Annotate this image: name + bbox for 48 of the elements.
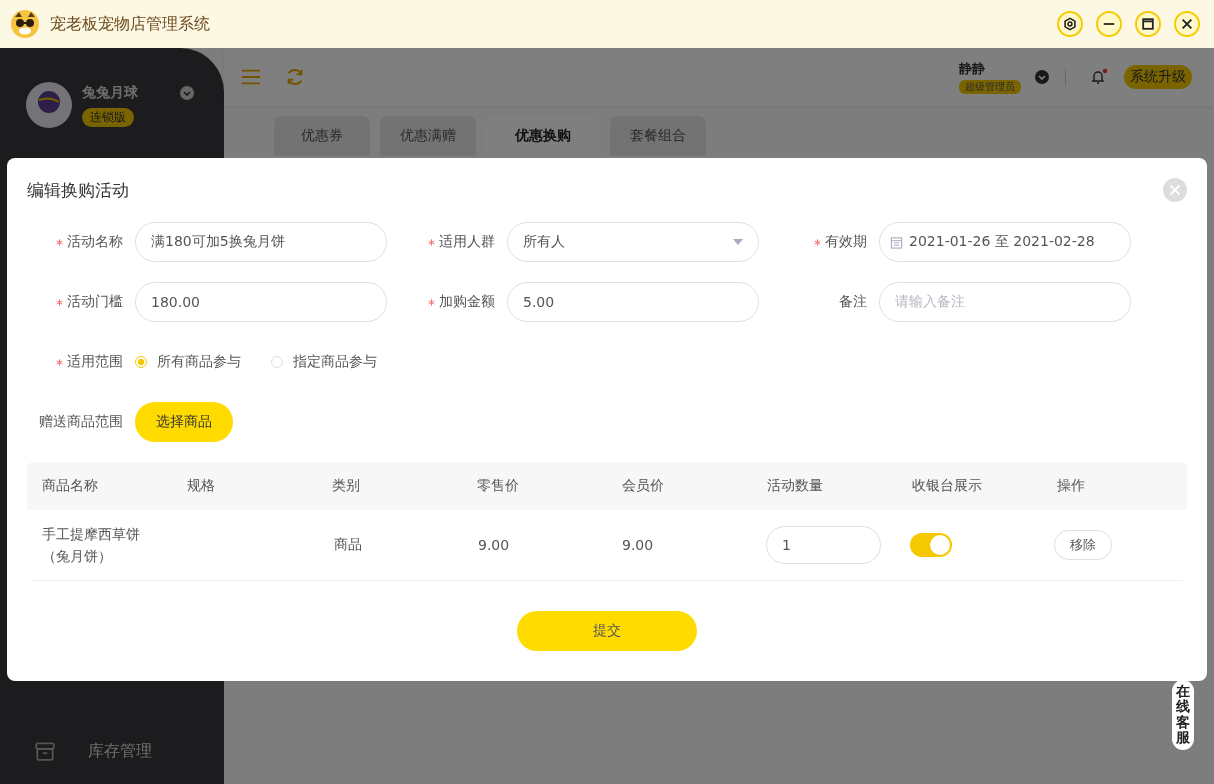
table-cell: 商品 [333,536,362,552]
field-label: 适用范围 [67,353,123,371]
archive-box-icon [34,740,56,762]
close-icon [1180,17,1194,31]
field-label: 活动名称 [67,233,123,251]
column-header: 操作 [1056,477,1086,495]
dropdown-icon[interactable] [1035,70,1049,84]
table-cell: 9.00 [477,537,510,553]
role-badge: 超级管理员 [959,80,1021,94]
toggle-switch[interactable] [909,533,952,557]
column-header: 零售价 [476,477,520,495]
radio-option[interactable]: 所有商品参与 [135,353,241,371]
calendar-icon [890,235,903,249]
radio-option[interactable]: 指定商品参与 [271,353,377,371]
edition-badge: 连锁版 [82,108,134,127]
support-button[interactable]: 在线客服 [1172,680,1194,750]
column-header: 类别 [331,477,361,495]
table-cell: 9.00 [621,537,654,553]
caret-icon [733,239,743,245]
field-label: 加购金额 [439,293,495,311]
cat-logo-icon [10,9,40,39]
field-label: 活动门槛 [67,293,123,311]
column-header: 收银台展示 [911,477,983,495]
bell-icon[interactable] [1090,68,1108,86]
field-label: 赠送商品范围 [39,413,123,431]
maximize-button[interactable] [1135,11,1161,37]
maximize-icon [1141,17,1155,31]
column-header: 规格 [186,477,216,495]
settings-icon [1063,17,1077,31]
store-name: 兔兔月球 [82,84,138,102]
avatar-icon [26,82,72,128]
window-title: 宠老板宠物店管理系统 [50,13,210,35]
choose-goods-button[interactable]: 选择商品 [135,402,233,442]
field-label: 适用人群 [439,233,495,251]
column-header: 会员价 [621,477,665,495]
minimize-button[interactable] [1096,11,1122,37]
dialog-title: 编辑换购活动 [27,178,129,202]
field-label: 有效期 [825,233,867,251]
column-header: 商品名称 [41,477,99,495]
user-name: 静静 [959,60,985,78]
dropdown-icon[interactable] [180,86,194,100]
table-cell-text: 手工提摩西草饼（兔月饼） [42,525,141,566]
remove-button[interactable]: 移除 [1053,530,1112,560]
settings-button[interactable] [1057,11,1083,37]
column-header: 活动数量 [766,477,824,495]
field-label: 备注 [839,293,867,311]
submit-button[interactable]: 提交 [517,611,697,651]
close-button[interactable] [1174,11,1200,37]
